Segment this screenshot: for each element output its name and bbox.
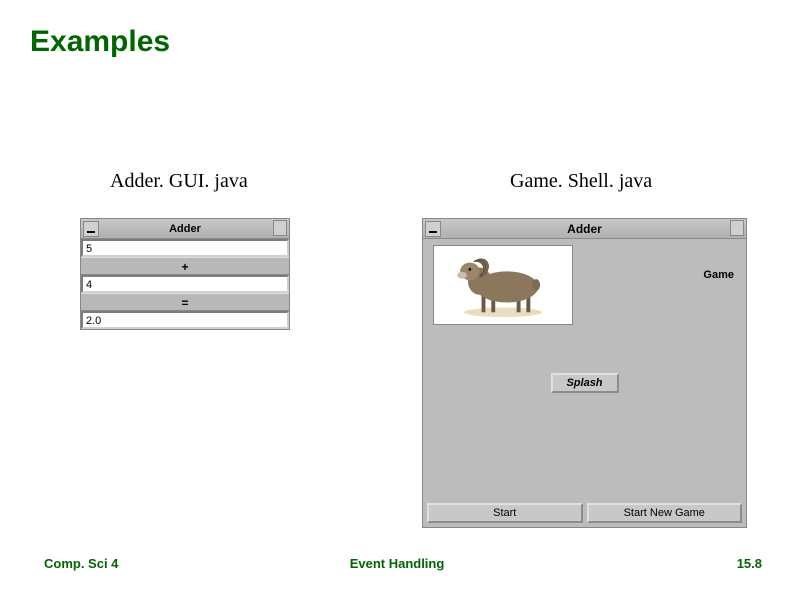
game-button-bar: Start Start New Game bbox=[423, 499, 746, 527]
game-side-label: Game bbox=[703, 269, 734, 281]
adder-window-title: Adder bbox=[81, 223, 289, 235]
game-titlebar: Adder bbox=[423, 219, 746, 239]
plus-label: + bbox=[81, 257, 289, 275]
footer-center: Event Handling bbox=[0, 556, 794, 571]
footer-right: 15.8 bbox=[737, 556, 762, 571]
bighorn-sheep-icon bbox=[434, 246, 572, 324]
start-new-game-button[interactable]: Start New Game bbox=[587, 503, 743, 523]
game-top-panel: Game bbox=[423, 239, 746, 331]
game-window-title: Adder bbox=[423, 222, 746, 236]
adder-window: Adder 5 + 4 = 2.0 bbox=[80, 218, 290, 330]
equals-label: = bbox=[81, 293, 289, 311]
ram-image bbox=[433, 245, 573, 325]
expand-icon[interactable] bbox=[730, 220, 744, 236]
slide-title: Examples bbox=[30, 25, 170, 59]
game-window: Adder bbox=[422, 218, 747, 528]
expand-icon[interactable] bbox=[273, 220, 287, 236]
start-button[interactable]: Start bbox=[427, 503, 583, 523]
adder-input-1[interactable]: 5 bbox=[81, 239, 289, 257]
adder-input-2[interactable]: 4 bbox=[81, 275, 289, 293]
label-gameshell: Game. Shell. java bbox=[510, 170, 652, 193]
adder-titlebar: Adder bbox=[81, 219, 289, 239]
adder-result: 2.0 bbox=[81, 311, 289, 329]
game-canvas: Splash bbox=[423, 331, 746, 499]
splash-button[interactable]: Splash bbox=[550, 373, 618, 393]
label-addergui: Adder. GUI. java bbox=[110, 170, 248, 193]
